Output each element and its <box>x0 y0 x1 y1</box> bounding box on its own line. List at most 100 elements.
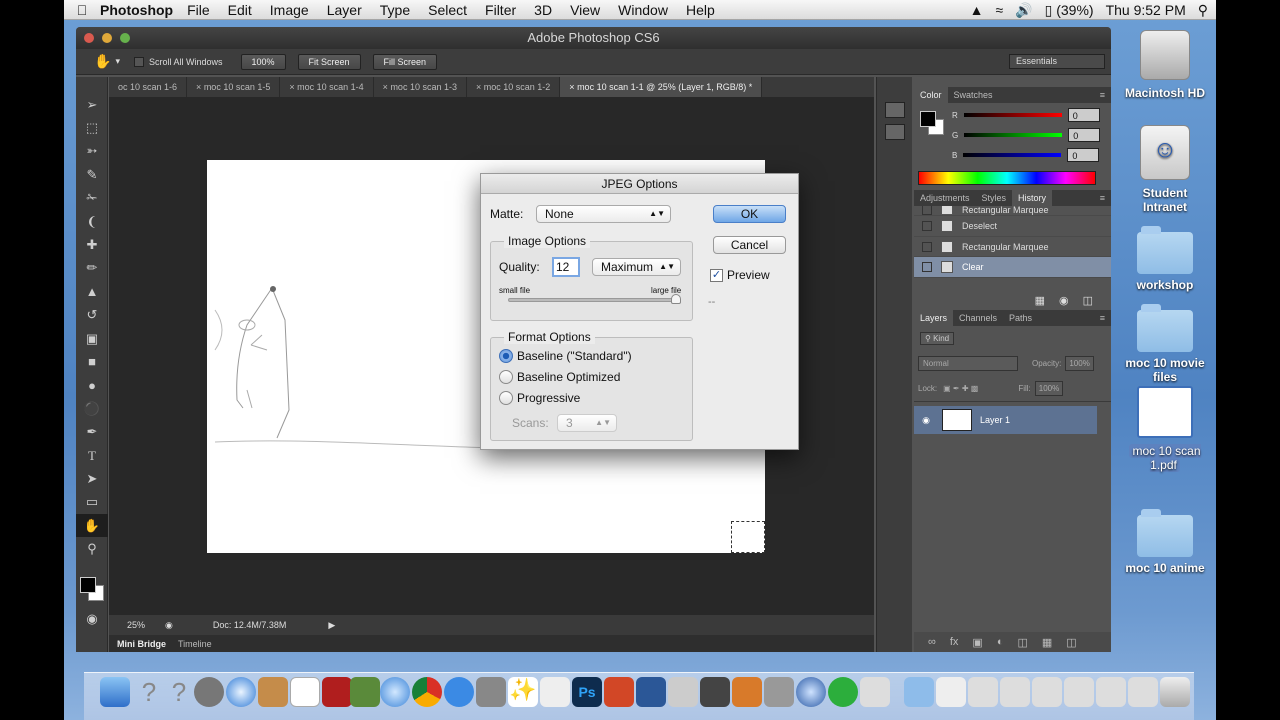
zoom-tool-icon[interactable]: ⚲ <box>76 537 108 560</box>
photo-booth-icon[interactable] <box>322 677 352 707</box>
history-item[interactable]: Rectangular Marquee <box>914 237 1111 258</box>
apple-menu-icon[interactable]:  <box>64 2 100 18</box>
menu-layer[interactable]: Layer <box>327 2 362 18</box>
quality-slider[interactable] <box>508 294 681 304</box>
tab-history[interactable]: History <box>1012 190 1053 206</box>
adjustment-layer-icon[interactable]: ◐ <box>997 636 1004 648</box>
new-layer-icon[interactable]: ▦ <box>1042 636 1052 649</box>
tab-swatches[interactable]: Swatches <box>948 87 999 103</box>
menu-window[interactable]: Window <box>618 2 668 18</box>
menu-edit[interactable]: Edit <box>228 2 252 18</box>
tab-color[interactable]: Color <box>914 87 948 103</box>
documents-stack-icon[interactable] <box>936 677 966 707</box>
panel-menu-icon[interactable]: ≡ <box>1100 313 1105 323</box>
trash-icon[interactable]: ◫ <box>1083 294 1093 307</box>
tab-paths[interactable]: Paths <box>1003 310 1038 326</box>
radio-selected[interactable] <box>499 349 513 363</box>
trash-icon[interactable]: ◫ <box>1066 636 1076 649</box>
screenshot-icon[interactable] <box>1096 677 1126 707</box>
lock-icon[interactable]: ▣ ✒ ✚ ▩ <box>943 384 978 393</box>
safari-icon[interactable] <box>226 677 256 707</box>
opacity-input[interactable]: 100% <box>1065 355 1094 371</box>
eye-icon[interactable]: ◉ <box>914 415 938 426</box>
tab-scan-1-4[interactable]: × moc 10 scan 1-4 <box>280 77 374 97</box>
desktop-icon-moc10-anime[interactable]: moc 10 anime <box>1121 509 1209 575</box>
shape-tool-icon[interactable]: ▭ <box>76 491 108 514</box>
status-info-icon[interactable]: ◉ <box>165 620 173 631</box>
keychain-icon[interactable] <box>860 677 890 707</box>
panel-menu-icon[interactable]: ≡ <box>1100 90 1105 100</box>
screenshot-icon[interactable] <box>1128 677 1158 707</box>
layer-name[interactable]: Layer 1 <box>980 415 1010 425</box>
eyedropper-tool-icon[interactable]: ❨ <box>76 210 108 233</box>
history-panel-icon[interactable] <box>885 102 905 118</box>
hand-tool-icon[interactable]: ✋ <box>76 514 108 538</box>
marquee-tool-icon[interactable]: ⬚ <box>76 116 108 139</box>
volume-icon[interactable]: 🔊 <box>1015 2 1032 19</box>
snapshot-icon[interactable]: ◉ <box>1059 294 1069 307</box>
tab-scan-1-6[interactable]: oc 10 scan 1-6 <box>109 77 188 97</box>
close-icon[interactable]: × <box>289 82 297 92</box>
tab-scan-1-5[interactable]: × moc 10 scan 1-5 <box>187 77 281 97</box>
screenshot-icon[interactable] <box>1064 677 1094 707</box>
gradient-tool-icon[interactable]: ■ <box>76 350 108 373</box>
history-brush-tool-icon[interactable]: ↺ <box>76 304 108 327</box>
fg-color-chip[interactable] <box>920 111 936 127</box>
menu-app-name[interactable]: Photoshop <box>100 2 173 18</box>
tab-scan-1-3[interactable]: × moc 10 scan 1-3 <box>374 77 467 97</box>
quality-slider-thumb[interactable] <box>671 294 681 304</box>
tab-scan-1-1[interactable]: × moc 10 scan 1-1 @ 25% (Layer 1, RGB/8)… <box>560 77 763 97</box>
tab-adjustments[interactable]: Adjustments <box>914 190 976 206</box>
itunes-icon[interactable] <box>380 677 410 707</box>
contacts-icon[interactable] <box>258 677 288 707</box>
chevron-down-icon[interactable]: ▾ <box>115 56 120 67</box>
blue-value[interactable]: 0 <box>1067 148 1100 162</box>
trash-icon[interactable] <box>1160 677 1190 707</box>
format-baseline-optimized[interactable]: Baseline Optimized <box>499 370 620 384</box>
desktop-icon-macintosh-hd[interactable]: Macintosh HD <box>1121 30 1209 100</box>
system-preferences-icon[interactable] <box>476 677 506 707</box>
screenshot-icon[interactable] <box>968 677 998 707</box>
app-store-icon[interactable] <box>444 677 474 707</box>
menu-filter[interactable]: Filter <box>485 2 516 18</box>
desktop-icon-student-intranet[interactable]: ☺ Student Intranet <box>1121 125 1209 214</box>
ok-button[interactable]: OK <box>713 205 786 223</box>
help-icon[interactable]: ? <box>164 677 194 707</box>
green-value[interactable]: 0 <box>1068 128 1101 142</box>
menu-view[interactable]: View <box>570 2 600 18</box>
presentation-icon[interactable] <box>732 677 762 707</box>
dodge-tool-icon[interactable]: ⚫ <box>76 397 108 420</box>
wifi-icon[interactable]: ≈ <box>996 2 1004 18</box>
chrome-icon[interactable] <box>412 677 442 707</box>
history-checkbox[interactable] <box>922 262 932 273</box>
tab-styles[interactable]: Styles <box>976 190 1013 206</box>
photoshop-dock-icon[interactable]: Ps <box>572 677 602 707</box>
menu-type[interactable]: Type <box>380 2 410 18</box>
brush-tool-icon[interactable]: ✏ <box>76 257 108 280</box>
drive-icon[interactable]: ▲ <box>970 2 984 18</box>
folder-stack-icon[interactable] <box>904 677 934 707</box>
word-icon[interactable] <box>636 677 666 707</box>
matte-select[interactable]: None ▲▼ <box>536 205 671 223</box>
zoom-window-button[interactable] <box>120 33 130 43</box>
screenshot-icon[interactable] <box>1032 677 1062 707</box>
eraser-tool-icon[interactable]: ▣ <box>76 327 108 350</box>
layer-row[interactable]: ◉ Layer 1 <box>914 406 1097 434</box>
fill-input[interactable]: 100% <box>1034 381 1064 396</box>
spotlight-icon[interactable]: ⚲ <box>1198 2 1208 19</box>
tab-mini-bridge[interactable]: Mini Bridge <box>117 639 166 649</box>
lasso-tool-icon[interactable]: ➳ <box>76 140 108 163</box>
clock[interactable]: Thu 9:52 PM <box>1106 2 1186 18</box>
acrobat-icon[interactable]: ✨ <box>508 677 538 707</box>
scroll-all-checkbox[interactable] <box>133 56 144 67</box>
quick-mask-icon[interactable]: ◉ <box>76 607 108 630</box>
menu-image[interactable]: Image <box>270 2 309 18</box>
tab-layers[interactable]: Layers <box>914 310 954 326</box>
preview-checkbox-row[interactable]: ✓ Preview <box>710 268 770 282</box>
hand-tool-icon[interactable]: ✋ <box>94 53 111 70</box>
tab-scan-1-2[interactable]: × moc 10 scan 1-2 <box>467 77 561 97</box>
format-progressive[interactable]: Progressive <box>499 391 580 405</box>
crop-tool-icon[interactable]: ✁ <box>76 187 108 210</box>
zoom-level[interactable]: 25% <box>127 620 145 630</box>
history-item[interactable]: Deselect <box>914 216 1111 237</box>
